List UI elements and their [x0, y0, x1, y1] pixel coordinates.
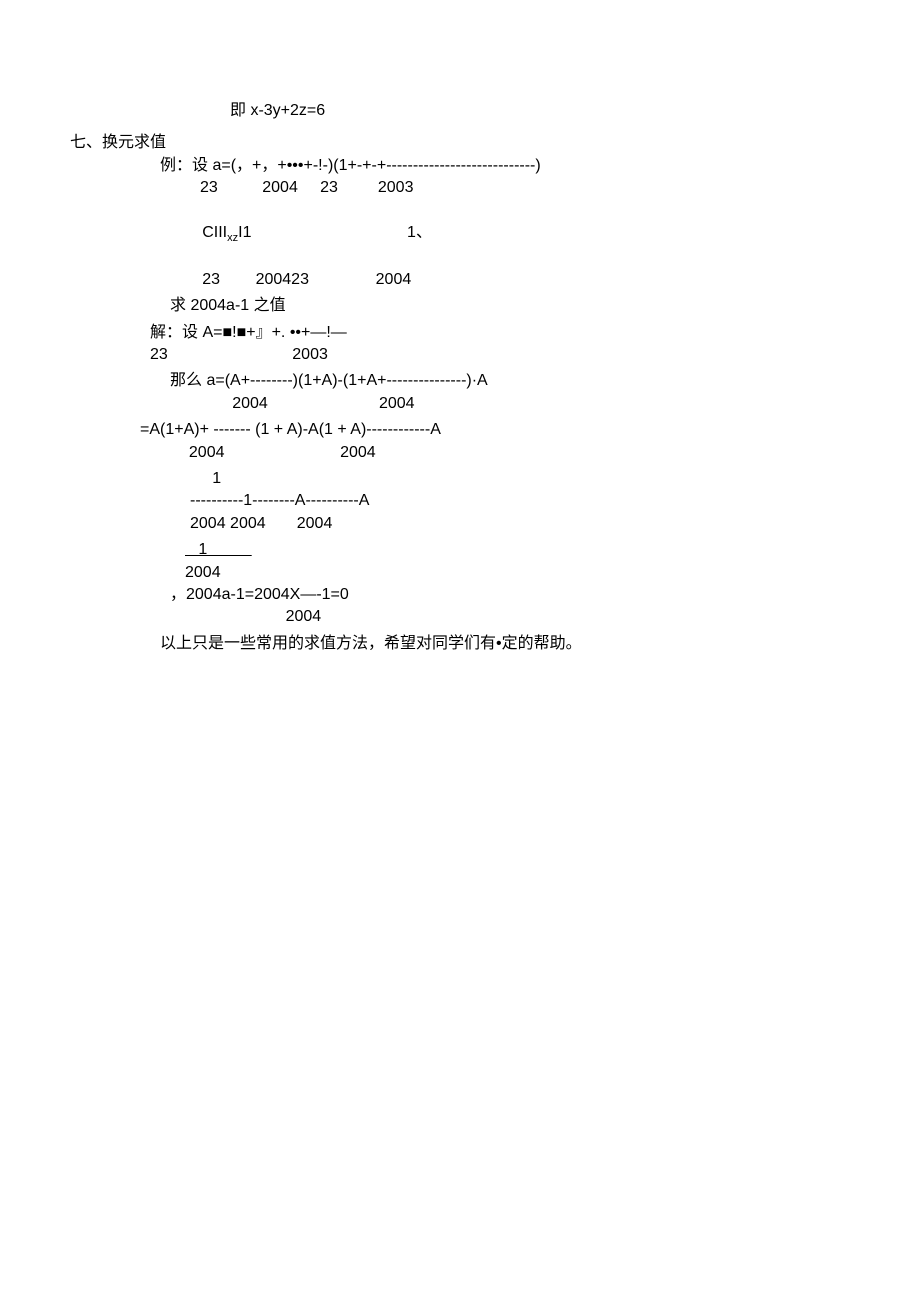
equation-line: 即 x-3y+2z=6 [230, 100, 850, 122]
solution-line-5: =A(1+A)+ ------- (1 + A)-A(1 + A)-------… [140, 419, 850, 441]
conclusion-line-1: ，2004a-1=2004X—-1=0 [170, 584, 850, 606]
closing-remark: 以上只是一些常用的求值方法，希望对同学们有•定的帮助。 [160, 633, 850, 655]
fraction-numerator-2: 1 [185, 539, 850, 561]
conclusion-line-2: 2004 [170, 606, 850, 628]
solution-line-4: 2004 2004 [170, 393, 850, 415]
fraction-numerator-1: 1 [190, 468, 850, 490]
solution-line-6: 2004 2004 [140, 442, 850, 464]
subscript: xz [227, 232, 238, 244]
solution-line-2: 23 2003 [150, 344, 850, 366]
fragment: I1 1、 [238, 224, 432, 241]
fragment: CIII [198, 224, 227, 241]
section-heading: 七、换元求值 [70, 132, 850, 154]
solution-line-1: 解：设 A=■!■+』+. ••+—!— [150, 322, 850, 344]
example-line-4: 23 200423 2004 [180, 269, 850, 291]
example-line-3: CIIIxzI1 1、 [180, 200, 850, 269]
example-line-2: 23 2004 23 2003 [160, 177, 850, 199]
document-page: 即 x-3y+2z=6 七、换元求值 例：设 a=(，+，+•••+-!-)(1… [0, 0, 920, 655]
fraction-denominator-1: 2004 2004 2004 [190, 513, 850, 535]
problem-statement: 求 2004a-1 之值 [170, 295, 850, 317]
fraction-line-1: ----------1--------A----------A [190, 490, 850, 512]
fraction-denominator-2: 2004 [185, 562, 850, 584]
solution-line-3: 那么 a=(A+--------)(1+A)-(1+A+------------… [170, 370, 850, 392]
example-line-1: 例：设 a=(，+，+•••+-!-)(1+-+-+--------------… [160, 155, 850, 177]
